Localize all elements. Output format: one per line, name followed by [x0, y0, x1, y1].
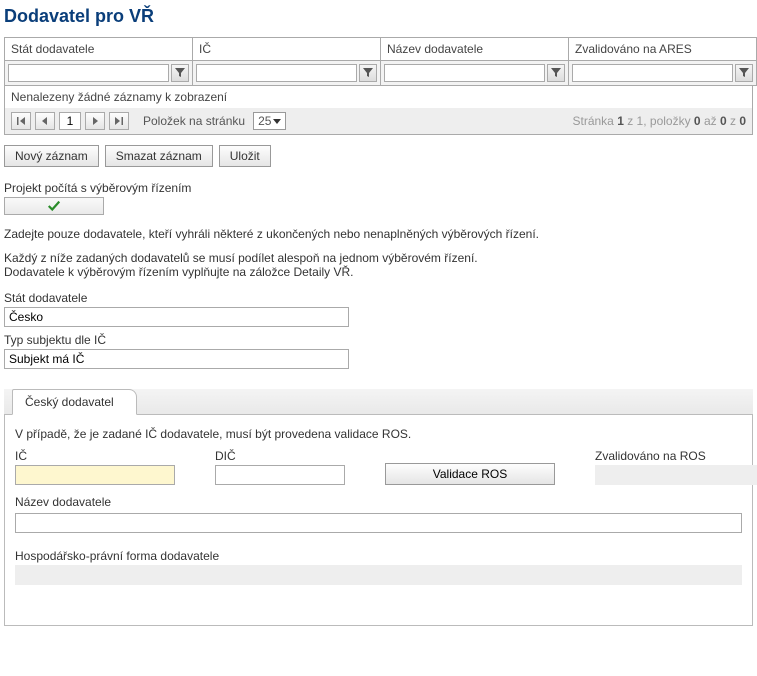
pager-last-button[interactable]: [109, 112, 129, 130]
pager-summary: Stránka 1 z 1, položky 0 až 0 z 0: [573, 114, 747, 128]
col-header-ares[interactable]: Zvalidováno na ARES: [569, 38, 757, 61]
info-text-1: Zadejte pouze dodavatele, kteří vyhráli …: [4, 227, 753, 241]
pager-page-input[interactable]: [59, 112, 81, 130]
typ-input[interactable]: [4, 349, 349, 369]
ic-label: IČ: [15, 449, 175, 463]
nazev-input[interactable]: [15, 513, 742, 533]
col-header-nazev[interactable]: Název dodavatele: [381, 38, 569, 61]
forma-label: Hospodářsko-právní forma dodavatele: [15, 549, 742, 563]
filter-button-stat[interactable]: [171, 64, 189, 82]
info-text-3: Dodavatele k výběrovým řízením vyplňujte…: [4, 265, 753, 279]
filter-button-ic[interactable]: [359, 64, 377, 82]
page-size-select[interactable]: 25: [253, 112, 286, 130]
dic-label: DIČ: [215, 449, 345, 463]
forma-value: [15, 565, 742, 585]
check-icon: [47, 199, 61, 213]
supplier-grid: Stát dodavatele IČ Název dodavatele Zval…: [4, 37, 757, 86]
new-record-button[interactable]: Nový záznam: [4, 145, 99, 167]
validate-ros-button[interactable]: Validace ROS: [385, 463, 555, 485]
typ-label: Typ subjektu dle IČ: [4, 333, 753, 347]
save-button[interactable]: Uložit: [219, 145, 271, 167]
vr-checkbox[interactable]: [4, 197, 104, 215]
filter-input-stat[interactable]: [8, 64, 169, 82]
ros-value: [595, 465, 757, 485]
next-page-icon: [91, 117, 99, 125]
col-header-ic[interactable]: IČ: [193, 38, 381, 61]
nazev-label: Název dodavatele: [15, 495, 742, 509]
dic-input[interactable]: [215, 465, 345, 485]
info-text-2: Každý z níže zadaných dodavatelů se musí…: [4, 251, 753, 265]
prev-page-icon: [41, 117, 49, 125]
filter-icon: [363, 68, 373, 78]
page-size-value: 25: [258, 114, 271, 128]
filter-button-ares[interactable]: [735, 64, 753, 82]
ic-input[interactable]: [15, 465, 175, 485]
tab-strip: Český dodavatel: [4, 389, 753, 415]
pager-next-button[interactable]: [85, 112, 105, 130]
ros-label: Zvalidováno na ROS: [595, 449, 757, 463]
tab-cesky-dodavatel[interactable]: Český dodavatel: [12, 389, 137, 415]
col-header-stat[interactable]: Stát dodavatele: [5, 38, 193, 61]
pager-prev-button[interactable]: [35, 112, 55, 130]
filter-input-ares[interactable]: [572, 64, 733, 82]
filter-button-nazev[interactable]: [547, 64, 565, 82]
filter-input-nazev[interactable]: [384, 64, 545, 82]
pager: Položek na stránku 25 Stránka 1 z 1, pol…: [4, 108, 753, 135]
stat-label: Stát dodavatele: [4, 291, 753, 305]
tab-note: V případě, že je zadané IČ dodavatele, m…: [15, 427, 742, 441]
filter-icon: [175, 68, 185, 78]
last-page-icon: [115, 117, 123, 125]
tab-panel: V případě, že je zadané IČ dodavatele, m…: [4, 415, 753, 626]
pager-first-button[interactable]: [11, 112, 31, 130]
filter-icon: [739, 68, 749, 78]
filter-icon: [551, 68, 561, 78]
stat-input[interactable]: [4, 307, 349, 327]
delete-record-button[interactable]: Smazat záznam: [105, 145, 213, 167]
grid-empty-text: Nenalezeny žádné záznamy k zobrazení: [4, 86, 753, 108]
items-per-page-label: Položek na stránku: [143, 114, 245, 128]
filter-input-ic[interactable]: [196, 64, 357, 82]
vr-checkbox-label: Projekt počítá s výběrovým řízením: [4, 181, 753, 195]
first-page-icon: [17, 117, 25, 125]
page-title: Dodavatel pro VŘ: [4, 6, 753, 27]
